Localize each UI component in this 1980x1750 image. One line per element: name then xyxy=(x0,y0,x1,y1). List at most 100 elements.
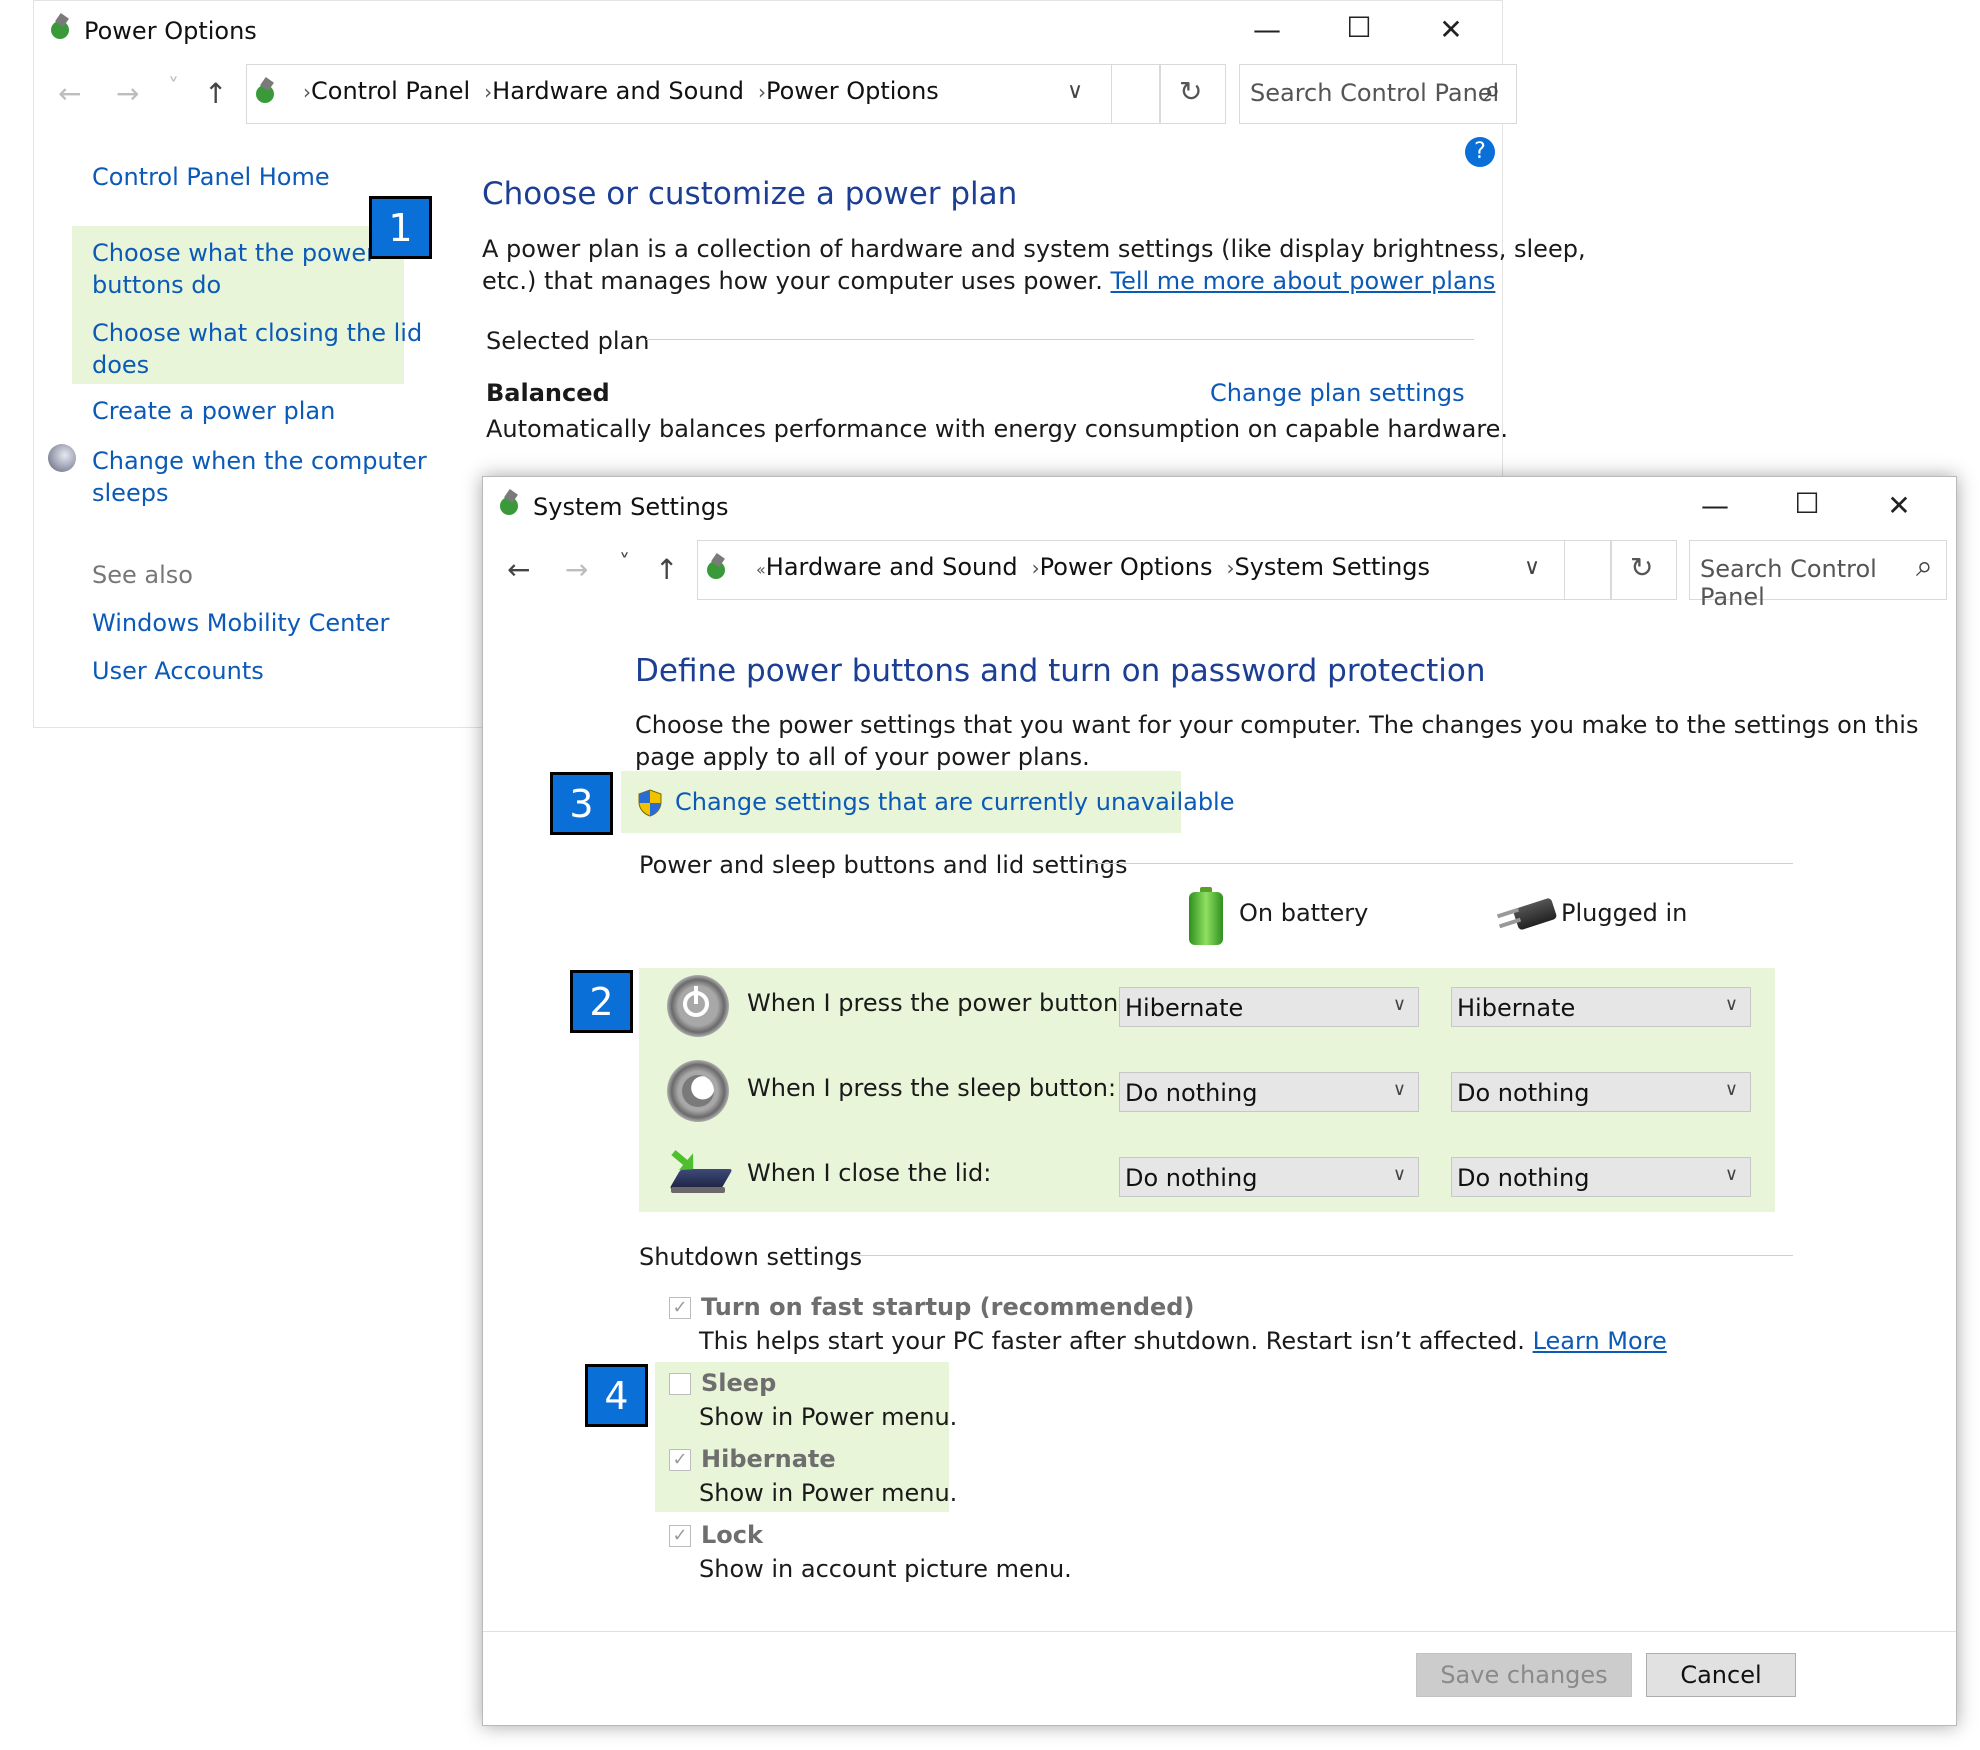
cancel-button[interactable]: Cancel xyxy=(1646,1653,1796,1697)
breadcrumb-chevron-icon: › xyxy=(1031,556,1040,580)
breadcrumb-control-panel[interactable]: Control Panel xyxy=(311,77,470,105)
on-battery-header: On battery xyxy=(1239,899,1369,927)
sidebar-item-computer-sleeps[interactable]: Change when the computer sleeps xyxy=(92,445,427,509)
power-button-battery-select[interactable]: Hibernate ∨ xyxy=(1119,987,1419,1027)
recent-locations-icon[interactable]: ˅ xyxy=(619,551,630,576)
search-box[interactable]: Search Control Panel ⌕ xyxy=(1239,64,1517,124)
select-value: Do nothing xyxy=(1457,1164,1590,1192)
address-dropdown-icon[interactable]: ∨ xyxy=(1524,555,1540,580)
sleep-option-title: Sleep xyxy=(701,1369,777,1397)
uac-shield-icon xyxy=(637,789,663,817)
user-accounts-link[interactable]: User Accounts xyxy=(92,657,264,685)
search-box[interactable]: Search Control Panel ⌕ xyxy=(1689,540,1947,611)
sleep-checkbox[interactable] xyxy=(669,1373,691,1395)
sleep-option-description: Show in Power menu. xyxy=(699,1403,958,1431)
sidebar-item-label: does xyxy=(92,351,150,379)
sidebar-item-create-plan[interactable]: Create a power plan xyxy=(92,397,335,425)
close-lid-battery-select[interactable]: Do nothing ∨ xyxy=(1119,1157,1419,1197)
select-value: Do nothing xyxy=(1125,1164,1258,1192)
search-input[interactable]: Search Control Panel xyxy=(1250,79,1499,107)
address-bar[interactable]: «Hardware and Sound ›Power Options ›System… xyxy=(697,540,1611,600)
sleep-button-icon xyxy=(667,1060,729,1122)
sidebar-home-link[interactable]: Control Panel Home xyxy=(92,163,330,191)
control-panel-icon xyxy=(704,553,730,581)
breadcrumb-overflow-icon[interactable]: « xyxy=(756,560,766,579)
section-divider xyxy=(646,339,1474,340)
fast-startup-desc-text: This helps start your PC faster after sh… xyxy=(699,1327,1525,1355)
plugged-in-header: Plugged in xyxy=(1561,899,1688,927)
power-button-icon xyxy=(667,975,729,1037)
close-lid-label: When I close the lid: xyxy=(747,1159,992,1187)
plan-balanced-description: Automatically balances performance with … xyxy=(486,415,1509,443)
windows-mobility-center-link[interactable]: Windows Mobility Center xyxy=(92,609,389,637)
lock-checkbox[interactable]: ✓ xyxy=(669,1525,691,1547)
breadcrumb-chevron-icon: › xyxy=(484,80,493,104)
close-button[interactable]: ✕ xyxy=(1871,489,1927,522)
fast-startup-title: Turn on fast startup (recommended) xyxy=(701,1293,1195,1321)
plan-name: Balanced xyxy=(486,379,610,407)
plan-description-line1: A power plan is a collection of hardware… xyxy=(482,235,1586,263)
plan-description-text: etc.) that manages how your computer use… xyxy=(482,267,1103,295)
forward-arrow-icon[interactable]: → xyxy=(116,77,139,110)
page-title: Choose or customize a power plan xyxy=(482,176,1018,212)
power-button-plugged-select[interactable]: Hibernate ∨ xyxy=(1451,987,1751,1027)
sleep-button-label: When I press the sleep button: xyxy=(747,1074,1117,1102)
hibernate-option-title: Hibernate xyxy=(701,1445,836,1473)
fast-startup-checkbox[interactable]: ✓ xyxy=(669,1297,691,1319)
refresh-button[interactable]: ↻ xyxy=(1611,540,1677,600)
marker-2: 2 xyxy=(570,970,633,1033)
breadcrumb-system-settings[interactable]: System Settings xyxy=(1234,553,1430,581)
minimize-button[interactable]: — xyxy=(1687,489,1743,522)
hibernate-checkbox[interactable]: ✓ xyxy=(669,1449,691,1471)
forward-arrow-icon[interactable]: → xyxy=(565,553,588,586)
learn-more-power-plans-link[interactable]: Tell me more about power plans xyxy=(1110,267,1495,295)
sidebar-item-closing-lid[interactable]: Choose what closing the lid does xyxy=(92,317,422,381)
recent-locations-icon[interactable]: ˅ xyxy=(168,75,179,100)
lock-option-description: Show in account picture menu. xyxy=(699,1555,1072,1583)
selected-plan-label: Selected plan xyxy=(486,327,650,355)
sidebar-item-power-buttons[interactable]: Choose what the power buttons do xyxy=(92,237,376,301)
breadcrumb-hardware-and-sound[interactable]: Hardware and Sound xyxy=(766,553,1018,581)
refresh-button[interactable]: ↻ xyxy=(1160,64,1226,124)
up-arrow-icon[interactable]: ↑ xyxy=(655,553,678,586)
select-value: Hibernate xyxy=(1125,994,1244,1022)
sleep-button-plugged-select[interactable]: Do nothing ∨ xyxy=(1451,1072,1751,1112)
maximize-button[interactable]: ☐ xyxy=(1331,11,1387,44)
select-value: Do nothing xyxy=(1457,1079,1590,1107)
hibernate-option-description: Show in Power menu. xyxy=(699,1479,958,1507)
maximize-button[interactable]: ☐ xyxy=(1779,487,1835,520)
address-dropdown-icon[interactable]: ∨ xyxy=(1067,79,1083,104)
close-lid-plugged-select[interactable]: Do nothing ∨ xyxy=(1451,1157,1751,1197)
change-plan-settings-link[interactable]: Change plan settings xyxy=(1210,379,1465,407)
change-settings-unavailable-link[interactable]: Change settings that are currently unava… xyxy=(675,788,1235,816)
close-button[interactable]: ✕ xyxy=(1423,13,1479,46)
help-icon[interactable]: ? xyxy=(1465,137,1495,167)
minimize-button[interactable]: — xyxy=(1239,13,1295,46)
learn-more-link[interactable]: Learn More xyxy=(1533,1327,1667,1355)
sidebar-item-label: buttons do xyxy=(92,271,222,299)
marker-3: 3 xyxy=(550,772,613,835)
sidebar-item-label: Choose what the power xyxy=(92,239,377,267)
sleep-button-battery-select[interactable]: Do nothing ∨ xyxy=(1119,1072,1419,1112)
see-also-label: See also xyxy=(92,561,193,589)
address-bar[interactable]: ›Control Panel ›Hardware and Sound ›Power … xyxy=(246,64,1160,124)
lock-option-title: Lock xyxy=(701,1521,763,1549)
shutdown-section-label: Shutdown settings xyxy=(639,1243,863,1271)
select-value: Hibernate xyxy=(1457,994,1576,1022)
window-title: Power Options xyxy=(84,17,257,45)
breadcrumb-hardware-and-sound[interactable]: Hardware and Sound xyxy=(492,77,744,105)
back-arrow-icon[interactable]: ← xyxy=(58,77,81,110)
breadcrumb-power-options[interactable]: Power Options xyxy=(766,77,939,105)
breadcrumb-power-options[interactable]: Power Options xyxy=(1040,553,1213,581)
search-input[interactable]: Search Control Panel xyxy=(1700,555,1946,611)
search-icon: ⌕ xyxy=(1484,73,1501,108)
chevron-down-icon: ∨ xyxy=(1724,1164,1738,1185)
up-arrow-icon[interactable]: ↑ xyxy=(204,77,227,110)
chevron-down-icon: ∨ xyxy=(1392,994,1406,1015)
plan-description-line2: etc.) that manages how your computer use… xyxy=(482,267,1495,295)
back-arrow-icon[interactable]: ← xyxy=(507,553,530,586)
chevron-down-icon: ∨ xyxy=(1392,1164,1406,1185)
settings-description-line2: page apply to all of your power plans. xyxy=(635,743,1090,771)
save-changes-button[interactable]: Save changes xyxy=(1416,1653,1632,1697)
breadcrumb-chevron-icon: › xyxy=(758,80,766,104)
